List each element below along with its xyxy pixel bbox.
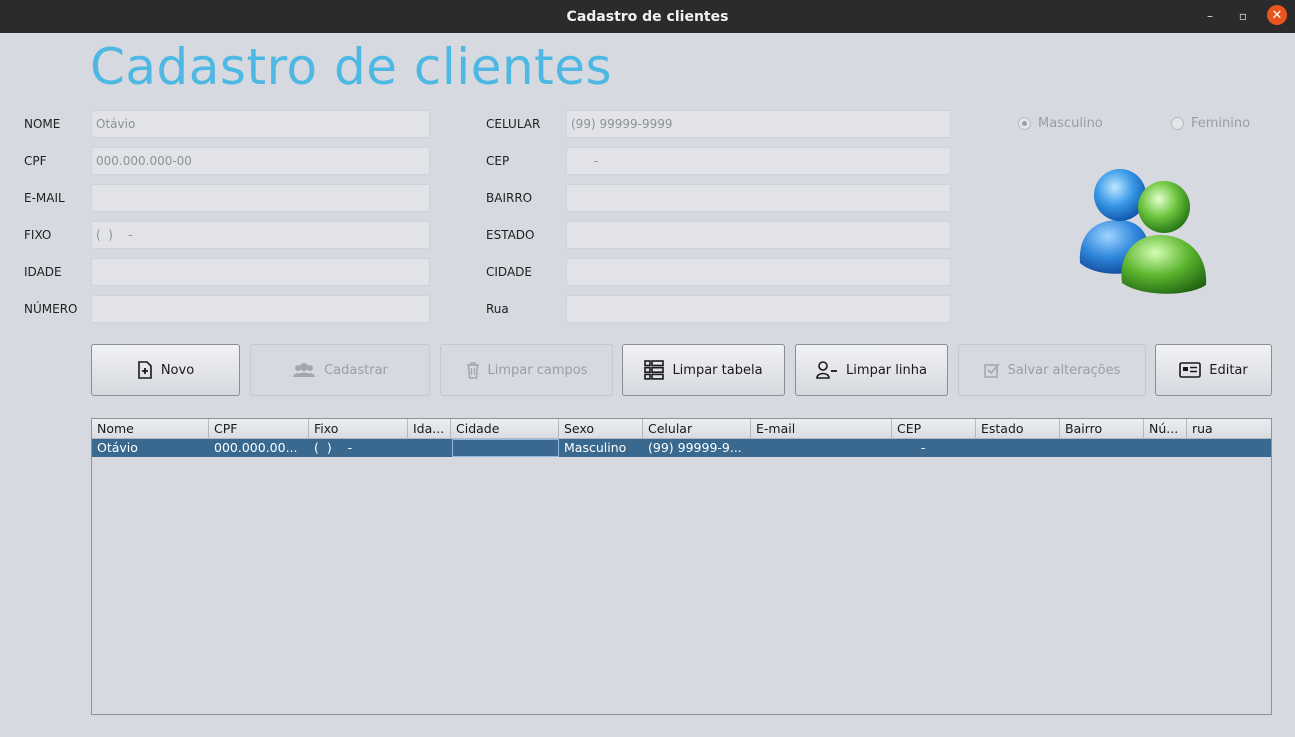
cell-fixo[interactable]: ( ) - xyxy=(309,439,408,457)
cell-idade[interactable] xyxy=(408,439,451,457)
clients-table[interactable]: Nome CPF Fixo Ida... Cidade Sexo Celular… xyxy=(91,418,1272,715)
trash-icon xyxy=(466,361,479,379)
novo-button[interactable]: Novo xyxy=(91,344,240,396)
column-header-nome[interactable]: Nome xyxy=(92,419,209,438)
cell-sexo[interactable]: Masculino xyxy=(559,439,643,457)
editar-label: Editar xyxy=(1209,362,1248,378)
masculino-label: Masculino xyxy=(1038,116,1103,131)
limpar-linha-label: Limpar linha xyxy=(846,362,927,378)
column-header-idade[interactable]: Ida... xyxy=(408,419,451,438)
celular-label: CELULAR xyxy=(486,117,541,131)
masculino-radio[interactable]: Masculino xyxy=(1018,116,1103,131)
id-card-icon xyxy=(1179,362,1202,378)
limpar-campos-button[interactable]: Limpar campos xyxy=(440,344,613,396)
numero-label: NÚMERO xyxy=(24,302,78,316)
cell-cep[interactable]: - xyxy=(892,439,976,457)
limpar-tabela-label: Limpar tabela xyxy=(672,362,763,378)
cell-rua[interactable] xyxy=(1187,439,1271,457)
nome-field[interactable]: Otávio xyxy=(91,110,430,138)
column-header-fixo[interactable]: Fixo xyxy=(309,419,408,438)
column-header-cidade[interactable]: Cidade xyxy=(451,419,559,438)
cep-label: CEP xyxy=(486,154,510,168)
column-header-bairro[interactable]: Bairro xyxy=(1060,419,1144,438)
feminino-radio[interactable]: Feminino xyxy=(1171,116,1250,131)
email-label: E-MAIL xyxy=(24,191,65,205)
cep-field[interactable]: - xyxy=(566,147,951,175)
feminino-label: Feminino xyxy=(1191,116,1251,131)
column-header-sexo[interactable]: Sexo xyxy=(559,419,643,438)
column-header-celular[interactable]: Celular xyxy=(643,419,751,438)
minimize-icon[interactable]: – xyxy=(1200,6,1220,26)
table-header: Nome CPF Fixo Ida... Cidade Sexo Celular… xyxy=(92,419,1271,439)
column-header-email[interactable]: E-mail xyxy=(751,419,892,438)
checkbox-icon xyxy=(983,363,1000,378)
table-row[interactable]: Otávio 000.000.00... ( ) - Masculino (99… xyxy=(92,439,1271,457)
column-header-rua[interactable]: rua xyxy=(1187,419,1271,438)
numero-field[interactable] xyxy=(91,295,430,323)
user-remove-icon xyxy=(816,361,838,379)
salvar-alteracoes-label: Salvar alterações xyxy=(1007,362,1121,378)
cidade-field[interactable] xyxy=(566,258,951,286)
page-title: Cadastro de clientes xyxy=(90,38,613,96)
idade-label: IDADE xyxy=(24,265,62,279)
estado-field[interactable] xyxy=(566,221,951,249)
cell-celular[interactable]: (99) 99999-9... xyxy=(643,439,751,457)
bairro-field[interactable] xyxy=(566,184,951,212)
cell-email[interactable] xyxy=(751,439,892,457)
radio-selected-indicator xyxy=(1018,117,1031,130)
cadastrar-label: Cadastrar xyxy=(324,362,388,378)
estado-label: ESTADO xyxy=(486,228,535,242)
bairro-label: BAIRRO xyxy=(486,191,533,205)
nome-label: NOME xyxy=(24,117,61,131)
cell-cpf[interactable]: 000.000.00... xyxy=(209,439,309,457)
cell-bairro[interactable] xyxy=(1060,439,1144,457)
maximize-icon[interactable]: ▫ xyxy=(1233,6,1253,26)
fixo-field[interactable]: ( ) - xyxy=(91,221,430,249)
cadastrar-button[interactable]: Cadastrar xyxy=(250,344,430,396)
rua-field[interactable] xyxy=(566,295,951,323)
cell-estado[interactable] xyxy=(976,439,1060,457)
new-document-icon xyxy=(138,361,152,379)
cell-nome[interactable]: Otávio xyxy=(92,439,209,457)
salvar-alteracoes-button[interactable]: Salvar alterações xyxy=(958,344,1146,396)
rua-label: Rua xyxy=(486,302,509,316)
list-table-icon xyxy=(644,360,665,380)
column-header-numero[interactable]: Nú... xyxy=(1144,419,1187,438)
limpar-linha-button[interactable]: Limpar linha xyxy=(795,344,948,396)
radio-indicator xyxy=(1171,117,1184,130)
novo-label: Novo xyxy=(160,362,195,378)
cell-cidade[interactable] xyxy=(452,439,559,457)
limpar-tabela-button[interactable]: Limpar tabela xyxy=(622,344,785,396)
celular-field[interactable]: (99) 99999-9999 xyxy=(566,110,951,138)
column-header-estado[interactable]: Estado xyxy=(976,419,1060,438)
cidade-label: CIDADE xyxy=(486,265,532,279)
close-icon[interactable]: ✕ xyxy=(1267,5,1287,25)
editar-button[interactable]: Editar xyxy=(1155,344,1272,396)
column-header-cpf[interactable]: CPF xyxy=(209,419,309,438)
window-title: Cadastro de clientes xyxy=(566,8,729,25)
users-icon xyxy=(1079,169,1207,294)
users-group-icon xyxy=(293,363,316,377)
cpf-label: CPF xyxy=(24,154,47,168)
fixo-label: FIXO xyxy=(24,228,52,242)
limpar-campos-label: Limpar campos xyxy=(487,362,588,378)
idade-field[interactable] xyxy=(91,258,430,286)
email-field[interactable] xyxy=(91,184,430,212)
window-titlebar: Cadastro de clientes – ▫ ✕ xyxy=(0,0,1295,33)
cell-numero[interactable] xyxy=(1144,439,1187,457)
cpf-field[interactable]: 000.000.000-00 xyxy=(91,147,430,175)
column-header-cep[interactable]: CEP xyxy=(892,419,976,438)
